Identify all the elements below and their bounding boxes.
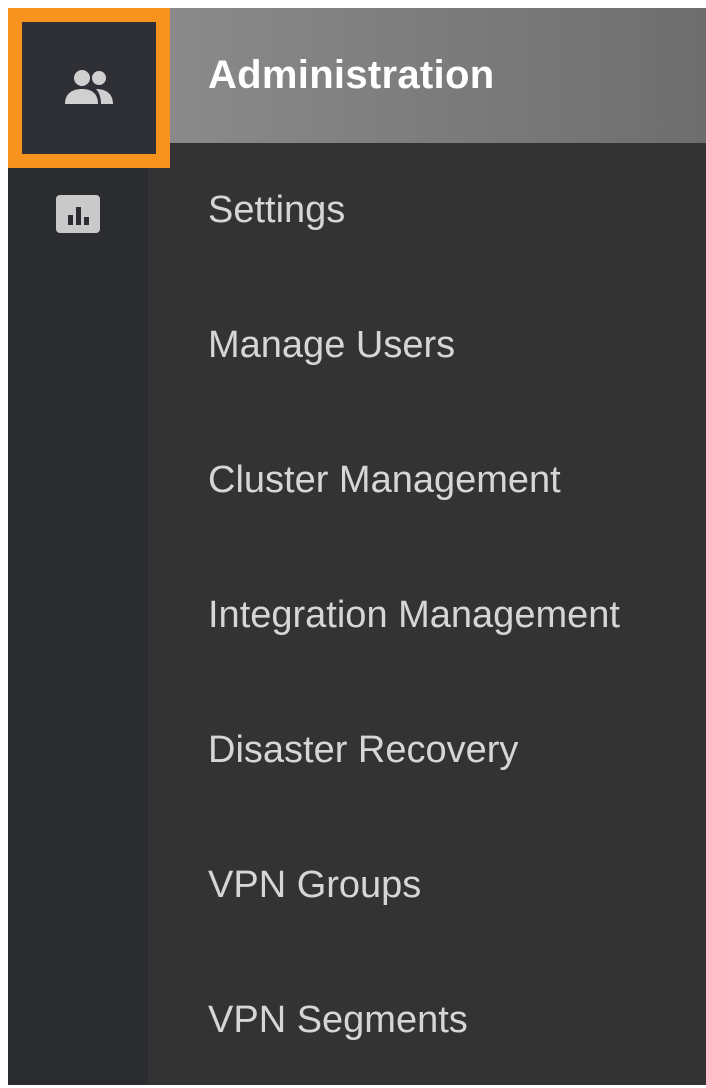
administration-rail-button[interactable]	[8, 8, 170, 168]
bar-chart-icon	[56, 195, 100, 233]
menu-item-vpn-segments[interactable]: VPN Segments	[170, 953, 706, 1088]
icon-rail	[8, 8, 170, 1085]
people-icon	[61, 68, 117, 108]
menu-item-disaster-recovery[interactable]: Disaster Recovery	[170, 683, 706, 818]
menu-item-vpn-groups[interactable]: VPN Groups	[170, 818, 706, 953]
menu-title: Administration	[208, 53, 495, 97]
menu-item-integration-management[interactable]: Integration Management	[170, 548, 706, 683]
menu-header: Administration	[170, 8, 706, 143]
menu-item-manage-users[interactable]: Manage Users	[170, 278, 706, 413]
navigation-panel: Administration Settings Manage Users Clu…	[8, 8, 706, 1085]
administration-menu: Administration Settings Manage Users Clu…	[170, 8, 706, 1085]
reports-rail-button[interactable]	[8, 168, 148, 258]
menu-list: Settings Manage Users Cluster Management…	[170, 143, 706, 1088]
menu-item-cluster-management[interactable]: Cluster Management	[170, 413, 706, 548]
menu-item-settings[interactable]: Settings	[170, 143, 706, 278]
